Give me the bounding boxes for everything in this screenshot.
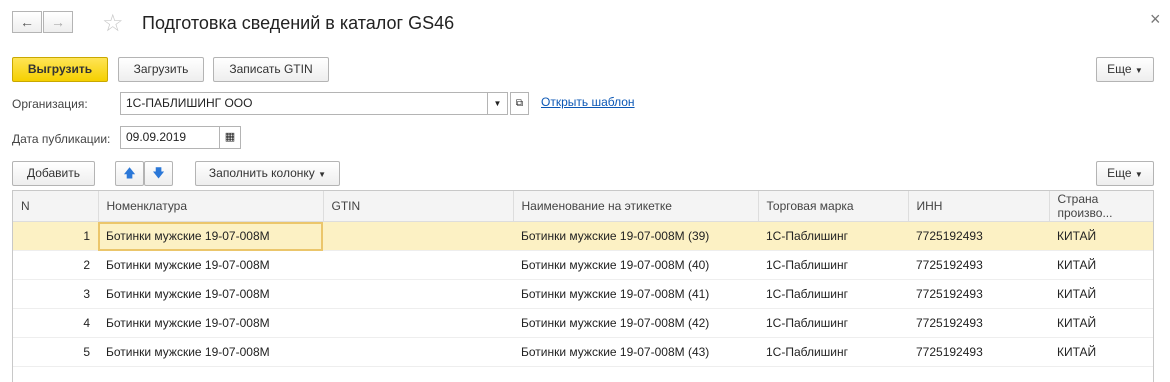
label-name-cell[interactable]: Ботинки мужские 19-07-008М (41) <box>513 279 758 309</box>
write-gtin-button[interactable]: Записать GTIN <box>213 57 329 82</box>
column-header-inn[interactable]: ИНН <box>908 191 1050 222</box>
upload-button[interactable]: Выгрузить <box>12 57 108 82</box>
chevron-down-icon: ▼ <box>1134 66 1143 75</box>
column-header-gtin[interactable]: GTIN <box>323 191 514 222</box>
nav-buttons: ← → <box>12 11 84 33</box>
more-button-top[interactable]: Еще ▼ <box>1096 57 1154 82</box>
gtin-cell[interactable] <box>323 337 513 367</box>
country-cell[interactable]: КИТАЙ <box>1049 337 1153 367</box>
close-icon[interactable]: × <box>1150 9 1161 30</box>
table-row[interactable]: 3 Ботинки мужские 19-07-008М Ботинки муж… <box>13 279 1153 309</box>
more-button-table[interactable]: Еще ▼ <box>1096 161 1154 186</box>
items-table: N Номенклатура GTIN Наименование на этик… <box>13 191 1153 367</box>
nomenclature-cell[interactable]: Ботинки мужские 19-07-008М <box>98 308 323 338</box>
row-number: 3 <box>13 279 98 309</box>
inn-cell[interactable]: 7725192493 <box>908 279 1049 309</box>
organization-label: Организация: <box>12 97 88 111</box>
inn-cell[interactable]: 7725192493 <box>908 221 1049 251</box>
nomenclature-cell[interactable]: Ботинки мужские 19-07-008М <box>98 337 323 367</box>
arrow-up-icon: 🡅 <box>123 166 136 180</box>
favorite-star-icon[interactable]: ☆ <box>102 9 124 38</box>
country-cell[interactable]: КИТАЙ <box>1049 221 1153 251</box>
load-button[interactable]: Загрузить <box>118 57 204 82</box>
inn-cell[interactable]: 7725192493 <box>908 337 1049 367</box>
fill-column-button[interactable]: Заполнить колонку ▼ <box>195 161 340 186</box>
column-header-brand[interactable]: Торговая марка <box>758 191 909 222</box>
table-row[interactable]: 2 Ботинки мужские 19-07-008М Ботинки муж… <box>13 250 1153 280</box>
nomenclature-cell[interactable]: Ботинки мужские 19-07-008М <box>98 221 323 251</box>
items-table-container: N Номенклатура GTIN Наименование на этик… <box>12 190 1154 382</box>
brand-cell[interactable]: 1С-Паблишинг <box>758 221 908 251</box>
column-header-label-name[interactable]: Наименование на этикетке <box>513 191 759 222</box>
table-row[interactable]: 4 Ботинки мужские 19-07-008М Ботинки муж… <box>13 308 1153 338</box>
table-row[interactable]: 5 Ботинки мужские 19-07-008М Ботинки муж… <box>13 337 1153 367</box>
add-button[interactable]: Добавить <box>12 161 95 186</box>
move-up-button[interactable]: 🡅 <box>115 161 144 186</box>
gtin-cell[interactable] <box>323 250 513 280</box>
organization-open-button[interactable]: ⧉ <box>510 92 529 115</box>
publication-date-label: Дата публикации: <box>12 132 111 146</box>
move-down-button[interactable]: 🡇 <box>144 161 173 186</box>
fill-column-label: Заполнить колонку <box>208 166 315 180</box>
brand-cell[interactable]: 1С-Паблишинг <box>758 337 908 367</box>
country-cell[interactable]: КИТАЙ <box>1049 279 1153 309</box>
more-label: Еще <box>1107 166 1132 180</box>
row-number: 5 <box>13 337 98 367</box>
row-number: 2 <box>13 250 98 280</box>
table-header-row: N Номенклатура GTIN Наименование на этик… <box>13 191 1153 222</box>
row-number: 1 <box>13 221 98 251</box>
chevron-down-icon: ▼ <box>318 170 327 179</box>
nomenclature-cell[interactable]: Ботинки мужские 19-07-008М <box>98 250 323 280</box>
label-name-cell[interactable]: Ботинки мужские 19-07-008М (43) <box>513 337 758 367</box>
organization-field[interactable]: 1С-ПАБЛИШИНГ ООО <box>120 92 488 115</box>
country-cell[interactable]: КИТАЙ <box>1049 308 1153 338</box>
publication-date-value: 09.09.2019 <box>126 130 187 144</box>
label-name-cell[interactable]: Ботинки мужские 19-07-008М (40) <box>513 250 758 280</box>
table-row[interactable]: 1 Ботинки мужские 19-07-008М Ботинки муж… <box>13 221 1153 251</box>
column-header-n[interactable]: N <box>13 191 99 222</box>
gtin-cell[interactable] <box>323 221 513 251</box>
publication-date-field[interactable]: 09.09.2019 <box>120 126 220 149</box>
back-button[interactable]: ← <box>12 11 42 33</box>
organization-dropdown-button[interactable]: ▼ <box>487 92 508 115</box>
chevron-down-icon: ▼ <box>1134 170 1143 179</box>
more-label: Еще <box>1107 62 1132 76</box>
brand-cell[interactable]: 1С-Паблишинг <box>758 308 908 338</box>
column-header-country[interactable]: Страна произво... <box>1049 191 1153 222</box>
arrow-down-icon: 🡇 <box>152 166 165 180</box>
page-title: Подготовка сведений в каталог GS46 <box>142 13 455 33</box>
nomenclature-cell[interactable]: Ботинки мужские 19-07-008М <box>98 279 323 309</box>
gtin-cell[interactable] <box>323 279 513 309</box>
gtin-cell[interactable] <box>323 308 513 338</box>
label-name-cell[interactable]: Ботинки мужские 19-07-008М (42) <box>513 308 758 338</box>
row-number: 4 <box>13 308 98 338</box>
open-template-link[interactable]: Открыть шаблон <box>541 95 635 109</box>
forward-button[interactable]: → <box>43 11 73 33</box>
brand-cell[interactable]: 1С-Паблишинг <box>758 279 908 309</box>
inn-cell[interactable]: 7725192493 <box>908 308 1049 338</box>
brand-cell[interactable]: 1С-Паблишинг <box>758 250 908 280</box>
label-name-cell[interactable]: Ботинки мужские 19-07-008М (39) <box>513 221 758 251</box>
column-header-nomenclature[interactable]: Номенклатура <box>98 191 324 222</box>
inn-cell[interactable]: 7725192493 <box>908 250 1049 280</box>
country-cell[interactable]: КИТАЙ <box>1049 250 1153 280</box>
calendar-icon[interactable]: ▦ <box>219 126 241 149</box>
organization-value: 1С-ПАБЛИШИНГ ООО <box>126 96 253 110</box>
